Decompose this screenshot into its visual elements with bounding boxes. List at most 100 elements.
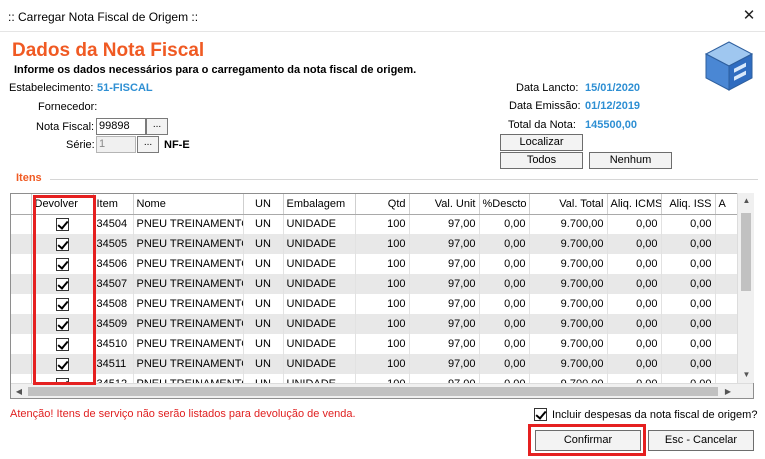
col-header-aliq-icms[interactable]: Aliq. ICMS bbox=[607, 194, 662, 215]
val-total-cell: 9.700,00 bbox=[529, 254, 608, 274]
row-selector-header bbox=[11, 194, 32, 215]
val-unit-cell: 97,00 bbox=[409, 214, 480, 234]
table-row[interactable]: 34504 PNEU TREINAMENTO UN UNIDADE 100 97,00 0,… bbox=[11, 214, 748, 234]
embalagem-cell: UNIDADE bbox=[283, 234, 356, 254]
row-selector bbox=[11, 354, 32, 374]
cancelar-button[interactable]: Esc - Cancelar bbox=[648, 430, 754, 451]
estabelecimento-label: Estabelecimento: bbox=[9, 82, 94, 94]
table-row[interactable]: 34507 PNEU TREINAMENTO UN UNIDADE 100 97,00 0,… bbox=[11, 274, 748, 294]
row-selector bbox=[11, 274, 32, 294]
aliq-iss-cell: 0,00 bbox=[661, 254, 716, 274]
qtd-cell: 100 bbox=[355, 354, 410, 374]
embalagem-cell: UNIDADE bbox=[283, 254, 356, 274]
table-row[interactable]: 34511 PNEU TREINAMENTO UN UNIDADE 100 97,00 0,… bbox=[11, 354, 748, 374]
col-header-qtd[interactable]: Qtd bbox=[355, 194, 410, 215]
table-row[interactable]: 34510 PNEU TREINAMENTO UN UNIDADE 100 97,00 0,… bbox=[11, 334, 748, 354]
vertical-scroll-thumb[interactable] bbox=[741, 213, 751, 291]
scroll-left-arrow-icon[interactable]: ◀ bbox=[11, 384, 27, 399]
descto-cell: 0,00 bbox=[479, 214, 530, 234]
scroll-right-arrow-icon[interactable]: ▶ bbox=[720, 384, 736, 399]
localizar-button[interactable]: Localizar bbox=[500, 134, 583, 151]
nome-cell: PNEU TREINAMENTO bbox=[133, 314, 244, 334]
val-unit-cell: 97,00 bbox=[409, 294, 480, 314]
section-divider bbox=[50, 179, 758, 180]
todos-button[interactable]: Todos bbox=[500, 152, 583, 169]
aliq-iss-cell: 0,00 bbox=[661, 234, 716, 254]
incluir-despesas-checkbox[interactable] bbox=[534, 408, 547, 421]
col-header-val-unit[interactable]: Val. Unit bbox=[409, 194, 480, 215]
nenhum-button[interactable]: Nenhum bbox=[589, 152, 672, 169]
col-header-aliq-iss[interactable]: Aliq. ISS bbox=[661, 194, 716, 215]
col-header-nome[interactable]: Nome bbox=[133, 194, 244, 215]
col-header-val-total[interactable]: Val. Total bbox=[529, 194, 608, 215]
row-selector bbox=[11, 234, 32, 254]
service-items-warning: Atenção! Itens de serviço não serão list… bbox=[10, 408, 356, 420]
serie-label: Série: bbox=[66, 139, 95, 151]
val-total-cell: 9.700,00 bbox=[529, 274, 608, 294]
embalagem-cell: UNIDADE bbox=[283, 294, 356, 314]
col-header-descto[interactable]: %Descto bbox=[479, 194, 530, 215]
itens-body: 34504 PNEU TREINAMENTO UN UNIDADE 100 97,00 0,… bbox=[11, 214, 748, 394]
grid-vertical-scrollbar[interactable]: ▲ ▼ bbox=[737, 193, 754, 383]
un-cell: UN bbox=[243, 214, 284, 234]
item-code-cell: 34507 bbox=[93, 274, 134, 294]
itens-grid[interactable]: Devolver Item Nome UN Embalagem Qtd Val.… bbox=[10, 193, 754, 399]
descto-cell: 0,00 bbox=[479, 314, 530, 334]
item-code-cell: 34504 bbox=[93, 214, 134, 234]
data-lancto-label: Data Lancto: bbox=[516, 82, 579, 94]
qtd-cell: 100 bbox=[355, 334, 410, 354]
item-code-cell: 34510 bbox=[93, 334, 134, 354]
item-code-cell: 34511 bbox=[93, 354, 134, 374]
aliq-icms-cell: 0,00 bbox=[607, 354, 662, 374]
un-cell: UN bbox=[243, 254, 284, 274]
nome-cell: PNEU TREINAMENTO bbox=[133, 234, 244, 254]
itens-table: Devolver Item Nome UN Embalagem Qtd Val.… bbox=[11, 194, 748, 394]
close-icon[interactable]: ✕ bbox=[736, 4, 762, 28]
scroll-up-arrow-icon[interactable]: ▲ bbox=[738, 193, 755, 209]
aliq-icms-cell: 0,00 bbox=[607, 314, 662, 334]
table-row[interactable]: 34505 PNEU TREINAMENTO UN UNIDADE 100 97,00 0,… bbox=[11, 234, 748, 254]
qtd-cell: 100 bbox=[355, 314, 410, 334]
table-row[interactable]: 34508 PNEU TREINAMENTO UN UNIDADE 100 97,00 0,… bbox=[11, 294, 748, 314]
nota-fiscal-input[interactable]: 99898 bbox=[96, 118, 146, 135]
nome-cell: PNEU TREINAMENTO bbox=[133, 274, 244, 294]
val-total-cell: 9.700,00 bbox=[529, 334, 608, 354]
nota-fiscal-label: Nota Fiscal: bbox=[36, 121, 95, 133]
itens-header-row: Devolver Item Nome UN Embalagem Qtd Val.… bbox=[11, 194, 748, 215]
embalagem-cell: UNIDADE bbox=[283, 334, 356, 354]
col-header-embalagem[interactable]: Embalagem bbox=[283, 194, 356, 215]
qtd-cell: 100 bbox=[355, 214, 410, 234]
aliq-iss-cell: 0,00 bbox=[661, 354, 716, 374]
descto-cell: 0,00 bbox=[479, 294, 530, 314]
row-selector bbox=[11, 334, 32, 354]
table-row[interactable]: 34506 PNEU TREINAMENTO UN UNIDADE 100 97,00 0,… bbox=[11, 254, 748, 274]
nota-fiscal-search-button[interactable]: ... bbox=[146, 118, 168, 135]
qtd-cell: 100 bbox=[355, 294, 410, 314]
serie-input[interactable]: 1 bbox=[96, 136, 136, 153]
aliq-icms-cell: 0,00 bbox=[607, 214, 662, 234]
val-unit-cell: 97,00 bbox=[409, 334, 480, 354]
col-header-un[interactable]: UN bbox=[243, 194, 284, 215]
serie-search-button[interactable]: ... bbox=[137, 136, 159, 153]
window-titlebar: :: Carregar Nota Fiscal de Origem :: ✕ bbox=[0, 0, 765, 32]
col-header-item[interactable]: Item bbox=[93, 194, 134, 215]
nome-cell: PNEU TREINAMENTO bbox=[133, 294, 244, 314]
horizontal-scroll-thumb[interactable] bbox=[28, 387, 718, 396]
grid-horizontal-scrollbar[interactable]: ◀ ▶ bbox=[11, 383, 753, 398]
devolver-column-highlight bbox=[33, 195, 96, 385]
descto-cell: 0,00 bbox=[479, 274, 530, 294]
table-row[interactable]: 34509 PNEU TREINAMENTO UN UNIDADE 100 97,00 0,… bbox=[11, 314, 748, 334]
estabelecimento-value: 51-FISCAL bbox=[97, 82, 153, 94]
aliq-iss-cell: 0,00 bbox=[661, 274, 716, 294]
descto-cell: 0,00 bbox=[479, 354, 530, 374]
embalagem-cell: UNIDADE bbox=[283, 274, 356, 294]
database-icon bbox=[704, 41, 754, 91]
un-cell: UN bbox=[243, 314, 284, 334]
embalagem-cell: UNIDADE bbox=[283, 354, 356, 374]
aliq-iss-cell: 0,00 bbox=[661, 214, 716, 234]
scroll-down-arrow-icon[interactable]: ▼ bbox=[738, 367, 755, 383]
val-total-cell: 9.700,00 bbox=[529, 314, 608, 334]
nome-cell: PNEU TREINAMENTO bbox=[133, 214, 244, 234]
val-total-cell: 9.700,00 bbox=[529, 214, 608, 234]
item-code-cell: 34509 bbox=[93, 314, 134, 334]
